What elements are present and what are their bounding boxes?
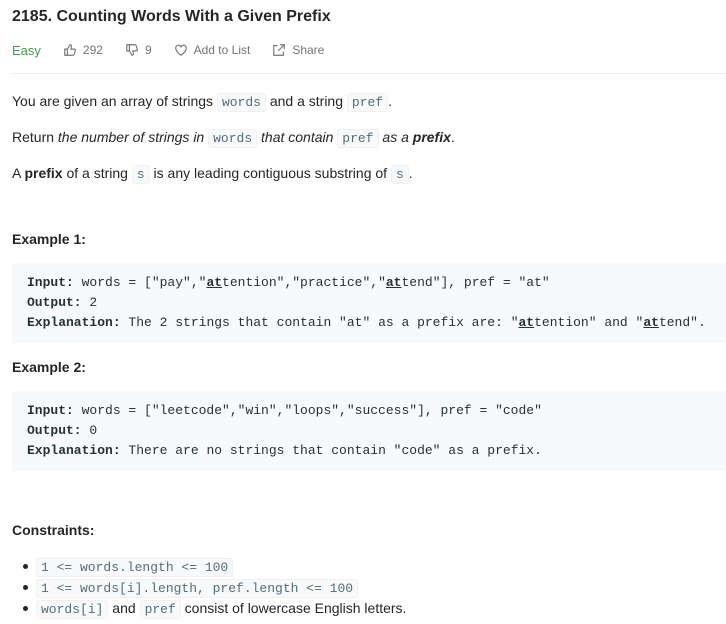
add-to-list-button[interactable]: Add to List [174,43,251,57]
problem-meta-bar: Easy 292 9 Add to List Share [12,41,346,59]
example-2-block: Input: words = ["leetcode","win","loops"… [12,391,726,471]
dislike-button[interactable]: 9 [125,43,152,57]
inline-code: s [390,165,409,184]
inline-code: words [208,129,258,148]
constraint-item: 1 <= words.length <= 100 [22,556,406,577]
difficulty-label: Easy [12,42,41,58]
constraint-item: 1 <= words[i].length, pref.length <= 100 [22,577,406,598]
constraints-list: 1 <= words.length <= 100 1 <= words[i].l… [22,556,406,619]
description-paragraph-3: A prefix of a string s is any leading co… [12,165,413,184]
constraints-title: Constraints: [12,522,95,538]
inline-code: pref [337,129,379,148]
add-to-list-label: Add to List [193,43,251,57]
inline-code: pref [346,93,389,112]
problem-description: You are given an array of strings words … [12,90,722,198]
like-count: 292 [82,43,103,57]
thumbs-up-icon [64,44,76,56]
header-divider [12,73,726,74]
description-paragraph-1: You are given an array of strings words … [12,93,392,112]
constraint-item: words[i] and pref consist of lowercase E… [22,598,406,619]
thumbs-down-icon [126,44,138,56]
description-paragraph-2: Return the number of strings in words th… [12,129,455,148]
problem-page: 2185. Counting Words With a Given Prefix… [0,0,726,624]
problem-title: 2185. Counting Words With a Given Prefix [12,8,331,25]
share-icon [273,44,286,56]
share-label: Share [292,43,325,57]
example-1-block: Input: words = ["pay","attention","pract… [12,263,726,343]
example-2-title: Example 2: [12,359,86,375]
like-button[interactable]: 292 [63,43,103,57]
dislike-count: 9 [144,43,152,57]
heart-icon [174,44,187,56]
inline-code: words [216,93,266,112]
inline-code: s [131,165,150,184]
share-button[interactable]: Share [272,43,324,57]
example-1-title: Example 1: [12,231,86,247]
